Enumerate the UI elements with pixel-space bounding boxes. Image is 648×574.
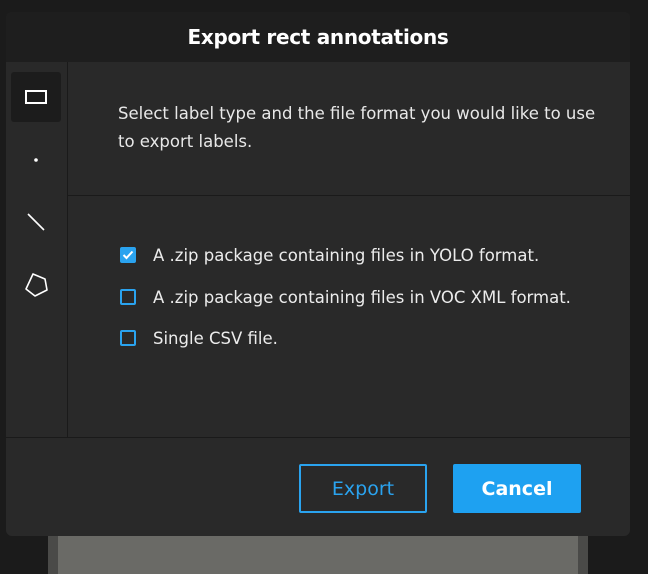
dialog-header: Export rect annotations [6,12,630,62]
point-tool-button[interactable] [11,135,61,185]
voc-xml-checkbox[interactable] [120,289,136,305]
export-dialog: Export rect annotations Select label typ… [6,12,630,536]
csv-checkbox[interactable] [120,330,136,346]
option-label: A .zip package containing files in VOC X… [153,287,571,307]
option-label: A .zip package containing files in YOLO … [153,245,540,265]
option-voc-xml[interactable]: A .zip package containing files in VOC X… [120,285,571,309]
point-icon [34,158,38,162]
dialog-footer: Export Cancel [6,437,630,536]
export-button[interactable]: Export [299,464,427,513]
export-format-options: A .zip package containing files in YOLO … [68,196,630,437]
cancel-button[interactable]: Cancel [453,464,581,513]
polygon-icon [25,273,48,297]
dialog-description: Select label type and the file format yo… [118,104,596,151]
rectangle-icon [25,90,47,104]
option-csv[interactable]: Single CSV file. [120,326,278,350]
line-tool-button[interactable] [11,197,61,247]
option-label: Single CSV file. [153,328,278,348]
polygon-tool-button[interactable] [11,260,61,310]
background-canvas [48,536,588,574]
dialog-title: Export rect annotations [187,25,449,49]
line-icon [27,213,45,231]
checkmark-icon [122,250,134,260]
yolo-checkbox[interactable] [120,247,136,263]
description-section: Select label type and the file format yo… [68,62,630,196]
rectangle-tool-button[interactable] [11,72,61,122]
label-type-sidebar [6,62,68,437]
option-yolo[interactable]: A .zip package containing files in YOLO … [120,243,539,267]
